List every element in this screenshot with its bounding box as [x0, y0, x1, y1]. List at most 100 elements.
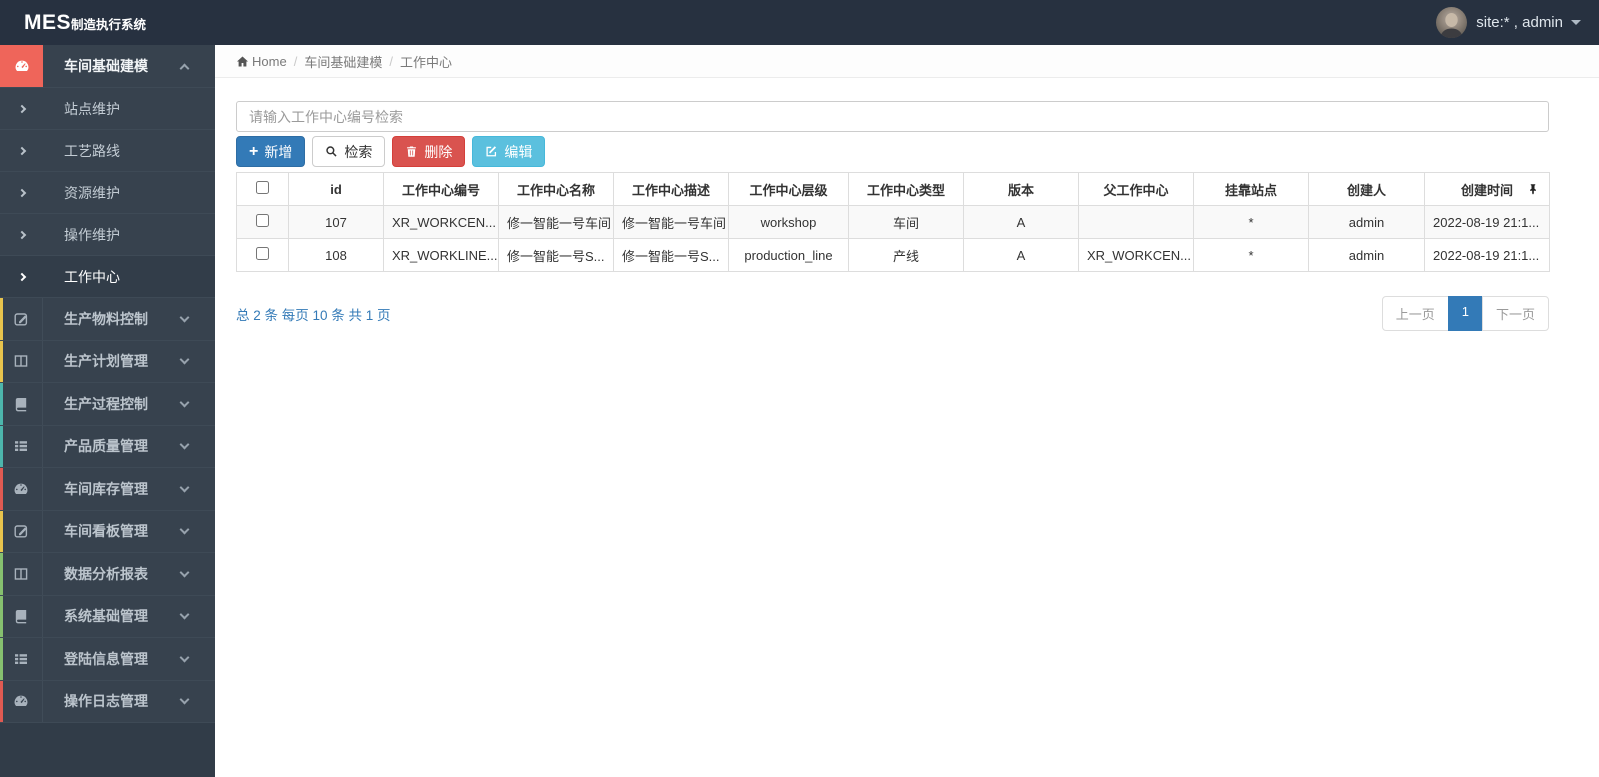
search-input[interactable] [236, 101, 1549, 132]
caret-down-icon [1571, 20, 1581, 25]
select-all-checkbox[interactable] [256, 181, 269, 194]
chevron-down-icon [179, 312, 190, 323]
sidebar-section-workshop-modeling[interactable]: 车间基础建模 [0, 45, 215, 88]
chevron-down-icon [179, 609, 190, 620]
header-id: id [288, 172, 384, 206]
stripe-accent [0, 340, 3, 382]
gauge-icon [14, 695, 28, 707]
chevron-down-icon [179, 652, 190, 663]
chevron-down-icon [179, 354, 190, 365]
sidebar-filler [0, 723, 215, 777]
sidebar-section-login-info-management[interactable]: 登陆信息管理 [0, 638, 215, 681]
header-level: 工作中心层级 [728, 172, 849, 206]
columns-icon [14, 568, 28, 580]
stripe-accent [0, 553, 3, 595]
app-logo: MES 制造执行系统 [0, 11, 215, 35]
header-type: 工作中心类型 [848, 172, 964, 206]
search-icon [326, 146, 337, 157]
prev-page-button[interactable]: 上一页 [1381, 296, 1449, 331]
sidebar: 车间基础建模 站点维护 工艺路线 资源维护 操作维护 工作中心 生产物料控制 生… [0, 45, 215, 777]
delete-button[interactable]: 删除 [392, 136, 466, 167]
sidebar-section-label: 车间基础建模 [64, 58, 148, 74]
sidebar-section-process-control[interactable]: 生产过程控制 [0, 383, 215, 426]
chevron-up-icon [179, 63, 190, 73]
stripe-accent [0, 510, 3, 552]
sidebar-item-work-center[interactable]: 工作中心 [0, 256, 215, 298]
plus-icon: + [249, 142, 259, 160]
sidebar-item-process-route[interactable]: 工艺路线 [0, 130, 215, 172]
breadcrumb-home[interactable]: Home [236, 54, 287, 69]
sidebar-section-kanban-management[interactable]: 车间看板管理 [0, 510, 215, 553]
header-name: 工作中心名称 [498, 172, 614, 206]
chevron-down-icon [179, 397, 190, 408]
toolbar: + 新增 检索 删除 编辑 [236, 136, 1549, 167]
work-center-table: id 工作中心编号 工作中心名称 工作中心描述 工作中心层级 工作中心类型 版本… [236, 172, 1550, 272]
header-version: 版本 [963, 172, 1079, 206]
edit-icon [14, 313, 28, 326]
chevron-down-icon [179, 482, 190, 493]
chevron-right-icon [17, 104, 26, 113]
sidebar-section-quality-management[interactable]: 产品质量管理 [0, 425, 215, 468]
brand-sub: 制造执行系统 [71, 17, 147, 32]
pagination: 上一页 1 下一页 [1381, 296, 1549, 331]
book-icon [15, 610, 27, 624]
user-label: site:* , admin [1476, 14, 1563, 31]
list-icon [15, 441, 27, 452]
chevron-right-icon [17, 272, 26, 281]
chevron-down-icon [179, 439, 190, 450]
stripe-accent [0, 468, 3, 510]
sidebar-section-system-management[interactable]: 系统基础管理 [0, 595, 215, 638]
sidebar-section-material-control[interactable]: 生产物料控制 [0, 298, 215, 341]
sidebar-section-operation-log-management[interactable]: 操作日志管理 [0, 680, 215, 723]
sidebar-section-inventory-management[interactable]: 车间库存管理 [0, 468, 215, 511]
header-select-all [236, 172, 289, 206]
sidebar-item-resource-maintenance[interactable]: 资源维护 [0, 172, 215, 214]
breadcrumb-section[interactable]: 车间基础建模 [304, 52, 382, 71]
header-parent: 父工作中心 [1078, 172, 1194, 206]
sidebar-section-plan-management[interactable]: 生产计划管理 [0, 340, 215, 383]
sidebar-section-analytics-reports[interactable]: 数据分析报表 [0, 553, 215, 596]
edit-icon [14, 525, 28, 538]
columns-icon [14, 355, 28, 367]
header-desc: 工作中心描述 [613, 172, 729, 206]
next-page-button[interactable]: 下一页 [1481, 296, 1549, 331]
chevron-right-icon [17, 146, 26, 155]
stripe-accent [0, 680, 3, 722]
chevron-down-icon [179, 524, 190, 535]
home-icon [236, 55, 249, 67]
user-photo-silhouette [1440, 13, 1464, 38]
search-button[interactable]: 检索 [312, 136, 386, 167]
edit-icon [486, 146, 497, 157]
sidebar-item-operation-maintenance[interactable]: 操作维护 [0, 214, 215, 256]
gauge-icon [15, 60, 28, 71]
main-area: Home / 车间基础建模 / 工作中心 + 新增 检索 删除 [215, 45, 1599, 777]
pagination-summary: 总 2 条 每页 10 条 共 1 页 [236, 307, 391, 323]
stripe-accent [0, 595, 3, 637]
page-1-button[interactable]: 1 [1447, 296, 1483, 331]
table-row[interactable]: 108 XR_WORKLINE... 修一智能一号S... 修一智能一号S...… [236, 238, 1550, 272]
gauge-icon [14, 483, 28, 494]
row-checkbox[interactable] [256, 247, 269, 260]
edit-button[interactable]: 编辑 [472, 136, 546, 167]
breadcrumb-current: 工作中心 [399, 54, 452, 70]
header-code: 工作中心编号 [383, 172, 499, 206]
book-icon [15, 397, 27, 412]
avatar [1436, 7, 1468, 38]
stripe-accent [0, 383, 3, 425]
add-button[interactable]: + 新增 [236, 136, 306, 167]
trash-icon [407, 146, 417, 157]
chevron-right-icon [17, 188, 26, 197]
row-checkbox[interactable] [256, 214, 269, 227]
sidebar-item-station-maintenance[interactable]: 站点维护 [0, 88, 215, 130]
user-menu[interactable]: site:* , admin [1436, 7, 1599, 38]
pin-icon[interactable] [1527, 182, 1539, 196]
header-created: 创建时间 [1424, 172, 1550, 206]
header-creator: 创建人 [1308, 172, 1425, 206]
breadcrumb: Home / 车间基础建模 / 工作中心 [215, 45, 1599, 78]
table-row[interactable]: 107 XR_WORKCEN... 修一智能一号车间 修一智能一号车间 work… [236, 205, 1550, 239]
chevron-right-icon [17, 230, 26, 239]
table-header-row: id 工作中心编号 工作中心名称 工作中心描述 工作中心层级 工作中心类型 版本… [236, 172, 1550, 206]
brand-main: MES [24, 10, 72, 34]
pagination-bar: 总 2 条 每页 10 条 共 1 页 上一页 1 下一页 [236, 296, 1549, 331]
chevron-down-icon [179, 694, 190, 705]
